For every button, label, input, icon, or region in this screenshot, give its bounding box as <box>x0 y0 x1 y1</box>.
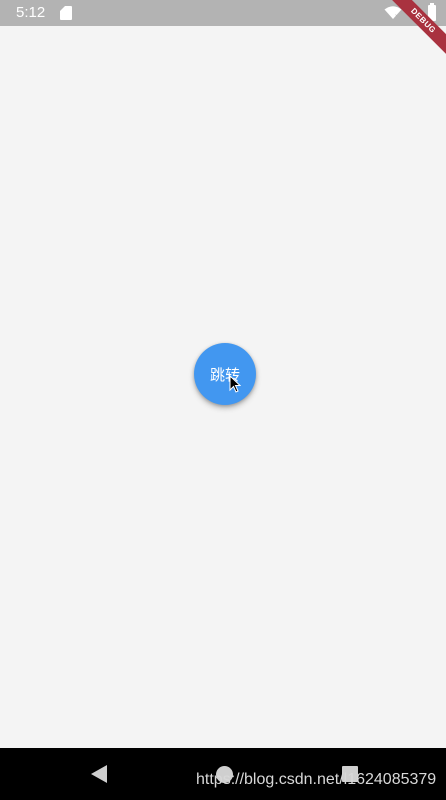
debug-banner-container: DEBUG <box>386 0 446 60</box>
debug-banner: DEBUG <box>386 0 446 58</box>
status-bar: 5:12 x <box>0 0 446 26</box>
app-screen: 5:12 x DEBUG 跳转 https://blog.csdn.net/l1… <box>0 0 446 800</box>
watermark-text: https://blog.csdn.net/l1624085379 <box>196 771 437 788</box>
sd-card-icon <box>60 6 72 20</box>
status-time: 5:12 <box>16 4 46 21</box>
navigation-bar: https://blog.csdn.net/l1624085379 <box>0 748 446 800</box>
back-icon[interactable] <box>91 765 107 783</box>
mouse-cursor-icon <box>229 375 241 393</box>
jump-fab-button[interactable]: 跳转 <box>194 343 256 405</box>
